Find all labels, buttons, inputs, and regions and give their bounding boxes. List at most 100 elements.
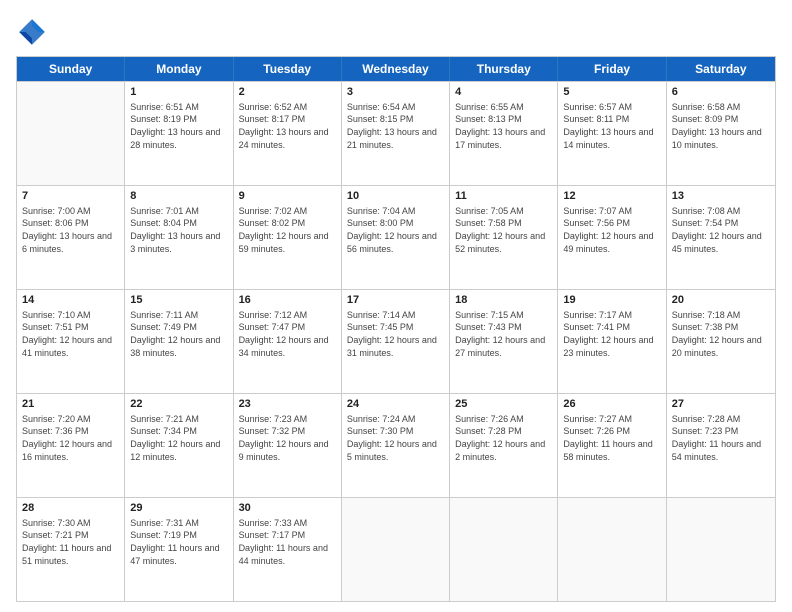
calendar-cell: 5Sunrise: 6:57 AM Sunset: 8:11 PM Daylig…	[558, 82, 666, 185]
day-info: Sunrise: 7:15 AM Sunset: 7:43 PM Dayligh…	[455, 309, 552, 359]
day-number: 15	[130, 293, 227, 308]
day-info: Sunrise: 7:11 AM Sunset: 7:49 PM Dayligh…	[130, 309, 227, 359]
calendar-cell: 29Sunrise: 7:31 AM Sunset: 7:19 PM Dayli…	[125, 498, 233, 601]
day-info: Sunrise: 7:00 AM Sunset: 8:06 PM Dayligh…	[22, 205, 119, 255]
calendar-header-row: SundayMondayTuesdayWednesdayThursdayFrid…	[17, 57, 775, 81]
day-number: 6	[672, 85, 770, 100]
day-info: Sunrise: 7:31 AM Sunset: 7:19 PM Dayligh…	[130, 517, 227, 567]
day-number: 8	[130, 189, 227, 204]
day-number: 27	[672, 397, 770, 412]
day-info: Sunrise: 6:57 AM Sunset: 8:11 PM Dayligh…	[563, 101, 660, 151]
day-number: 11	[455, 189, 552, 204]
calendar-cell: 7Sunrise: 7:00 AM Sunset: 8:06 PM Daylig…	[17, 186, 125, 289]
day-number: 13	[672, 189, 770, 204]
day-info: Sunrise: 7:21 AM Sunset: 7:34 PM Dayligh…	[130, 413, 227, 463]
calendar-cell: 27Sunrise: 7:28 AM Sunset: 7:23 PM Dayli…	[667, 394, 775, 497]
day-number: 10	[347, 189, 444, 204]
calendar-cell: 22Sunrise: 7:21 AM Sunset: 7:34 PM Dayli…	[125, 394, 233, 497]
calendar-cell: 15Sunrise: 7:11 AM Sunset: 7:49 PM Dayli…	[125, 290, 233, 393]
calendar-week-3: 14Sunrise: 7:10 AM Sunset: 7:51 PM Dayli…	[17, 289, 775, 393]
logo-icon	[16, 16, 48, 48]
day-number: 18	[455, 293, 552, 308]
day-number: 29	[130, 501, 227, 516]
calendar: SundayMondayTuesdayWednesdayThursdayFrid…	[16, 56, 776, 602]
day-info: Sunrise: 7:08 AM Sunset: 7:54 PM Dayligh…	[672, 205, 770, 255]
day-number: 2	[239, 85, 336, 100]
calendar-week-4: 21Sunrise: 7:20 AM Sunset: 7:36 PM Dayli…	[17, 393, 775, 497]
calendar-cell: 20Sunrise: 7:18 AM Sunset: 7:38 PM Dayli…	[667, 290, 775, 393]
day-number: 30	[239, 501, 336, 516]
header-day-wednesday: Wednesday	[342, 57, 450, 81]
calendar-cell	[17, 82, 125, 185]
day-number: 4	[455, 85, 552, 100]
calendar-cell: 19Sunrise: 7:17 AM Sunset: 7:41 PM Dayli…	[558, 290, 666, 393]
header-day-thursday: Thursday	[450, 57, 558, 81]
calendar-cell: 1Sunrise: 6:51 AM Sunset: 8:19 PM Daylig…	[125, 82, 233, 185]
calendar-cell: 4Sunrise: 6:55 AM Sunset: 8:13 PM Daylig…	[450, 82, 558, 185]
calendar-cell: 3Sunrise: 6:54 AM Sunset: 8:15 PM Daylig…	[342, 82, 450, 185]
calendar-cell: 13Sunrise: 7:08 AM Sunset: 7:54 PM Dayli…	[667, 186, 775, 289]
calendar-cell: 30Sunrise: 7:33 AM Sunset: 7:17 PM Dayli…	[234, 498, 342, 601]
day-info: Sunrise: 6:51 AM Sunset: 8:19 PM Dayligh…	[130, 101, 227, 151]
calendar-week-5: 28Sunrise: 7:30 AM Sunset: 7:21 PM Dayli…	[17, 497, 775, 601]
header-day-tuesday: Tuesday	[234, 57, 342, 81]
calendar-cell	[450, 498, 558, 601]
calendar-cell: 8Sunrise: 7:01 AM Sunset: 8:04 PM Daylig…	[125, 186, 233, 289]
day-number: 22	[130, 397, 227, 412]
day-number: 20	[672, 293, 770, 308]
calendar-cell: 24Sunrise: 7:24 AM Sunset: 7:30 PM Dayli…	[342, 394, 450, 497]
day-number: 7	[22, 189, 119, 204]
day-number: 19	[563, 293, 660, 308]
calendar-cell: 11Sunrise: 7:05 AM Sunset: 7:58 PM Dayli…	[450, 186, 558, 289]
day-info: Sunrise: 6:52 AM Sunset: 8:17 PM Dayligh…	[239, 101, 336, 151]
day-info: Sunrise: 6:55 AM Sunset: 8:13 PM Dayligh…	[455, 101, 552, 151]
day-number: 12	[563, 189, 660, 204]
calendar-cell: 28Sunrise: 7:30 AM Sunset: 7:21 PM Dayli…	[17, 498, 125, 601]
header-day-monday: Monday	[125, 57, 233, 81]
day-info: Sunrise: 7:02 AM Sunset: 8:02 PM Dayligh…	[239, 205, 336, 255]
day-info: Sunrise: 7:17 AM Sunset: 7:41 PM Dayligh…	[563, 309, 660, 359]
day-number: 1	[130, 85, 227, 100]
day-info: Sunrise: 7:12 AM Sunset: 7:47 PM Dayligh…	[239, 309, 336, 359]
calendar-cell: 26Sunrise: 7:27 AM Sunset: 7:26 PM Dayli…	[558, 394, 666, 497]
day-info: Sunrise: 7:33 AM Sunset: 7:17 PM Dayligh…	[239, 517, 336, 567]
calendar-week-1: 1Sunrise: 6:51 AM Sunset: 8:19 PM Daylig…	[17, 81, 775, 185]
day-info: Sunrise: 7:23 AM Sunset: 7:32 PM Dayligh…	[239, 413, 336, 463]
header-day-friday: Friday	[558, 57, 666, 81]
calendar-cell	[558, 498, 666, 601]
calendar-cell: 18Sunrise: 7:15 AM Sunset: 7:43 PM Dayli…	[450, 290, 558, 393]
calendar-cell: 23Sunrise: 7:23 AM Sunset: 7:32 PM Dayli…	[234, 394, 342, 497]
calendar-cell: 21Sunrise: 7:20 AM Sunset: 7:36 PM Dayli…	[17, 394, 125, 497]
day-number: 25	[455, 397, 552, 412]
calendar-cell	[342, 498, 450, 601]
day-info: Sunrise: 7:18 AM Sunset: 7:38 PM Dayligh…	[672, 309, 770, 359]
calendar-cell: 14Sunrise: 7:10 AM Sunset: 7:51 PM Dayli…	[17, 290, 125, 393]
calendar-cell: 9Sunrise: 7:02 AM Sunset: 8:02 PM Daylig…	[234, 186, 342, 289]
day-info: Sunrise: 7:26 AM Sunset: 7:28 PM Dayligh…	[455, 413, 552, 463]
day-number: 26	[563, 397, 660, 412]
day-info: Sunrise: 6:58 AM Sunset: 8:09 PM Dayligh…	[672, 101, 770, 151]
header-day-sunday: Sunday	[17, 57, 125, 81]
calendar-cell: 2Sunrise: 6:52 AM Sunset: 8:17 PM Daylig…	[234, 82, 342, 185]
day-info: Sunrise: 7:20 AM Sunset: 7:36 PM Dayligh…	[22, 413, 119, 463]
calendar-cell: 17Sunrise: 7:14 AM Sunset: 7:45 PM Dayli…	[342, 290, 450, 393]
day-info: Sunrise: 7:28 AM Sunset: 7:23 PM Dayligh…	[672, 413, 770, 463]
day-number: 17	[347, 293, 444, 308]
day-info: Sunrise: 7:04 AM Sunset: 8:00 PM Dayligh…	[347, 205, 444, 255]
day-number: 23	[239, 397, 336, 412]
logo	[16, 16, 52, 48]
day-number: 3	[347, 85, 444, 100]
calendar-cell: 25Sunrise: 7:26 AM Sunset: 7:28 PM Dayli…	[450, 394, 558, 497]
day-number: 16	[239, 293, 336, 308]
calendar-body: 1Sunrise: 6:51 AM Sunset: 8:19 PM Daylig…	[17, 81, 775, 601]
day-info: Sunrise: 7:05 AM Sunset: 7:58 PM Dayligh…	[455, 205, 552, 255]
day-info: Sunrise: 6:54 AM Sunset: 8:15 PM Dayligh…	[347, 101, 444, 151]
day-number: 14	[22, 293, 119, 308]
calendar-cell	[667, 498, 775, 601]
day-info: Sunrise: 7:24 AM Sunset: 7:30 PM Dayligh…	[347, 413, 444, 463]
day-info: Sunrise: 7:10 AM Sunset: 7:51 PM Dayligh…	[22, 309, 119, 359]
header-day-saturday: Saturday	[667, 57, 775, 81]
calendar-cell: 16Sunrise: 7:12 AM Sunset: 7:47 PM Dayli…	[234, 290, 342, 393]
day-number: 9	[239, 189, 336, 204]
page: SundayMondayTuesdayWednesdayThursdayFrid…	[0, 0, 792, 612]
